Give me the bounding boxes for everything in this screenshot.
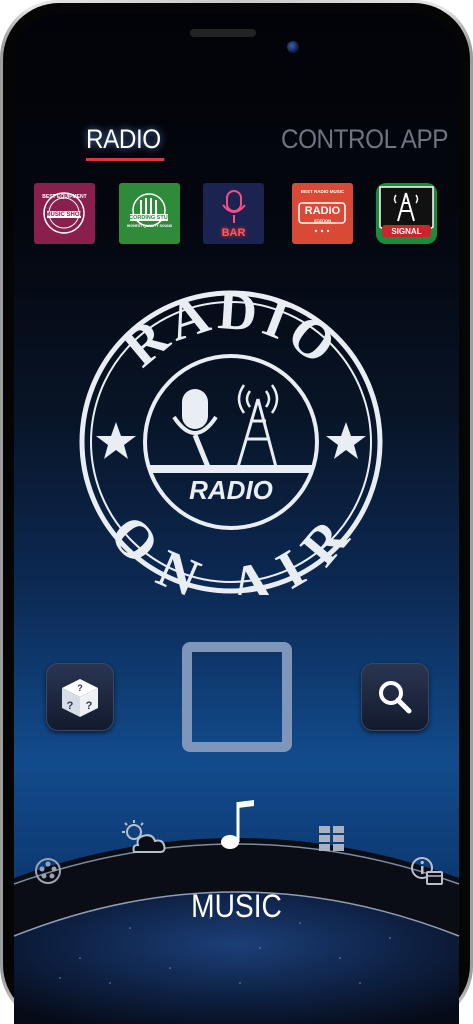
weather-sun-cloud-icon [122,820,166,853]
bar-microphone-neon-icon [222,190,246,223]
station-recording-studio-line2: HIGHEST QUALITY SOUND [126,224,173,228]
station-bar-label: BAR [221,227,246,239]
dock-item-weather[interactable] [120,820,166,860]
dock-item-music[interactable] [218,798,258,856]
station-recording-studio-line1: RECORDING STUDIO [121,215,178,221]
station-recording-studio[interactable]: RECORDING STUDIO HIGHEST QUALITY SOUND [119,183,180,244]
stop-play-button[interactable] [182,642,292,752]
active-tab-underline [86,158,165,161]
station-music-shop[interactable]: BEST EQUIPMENT MUSIC SHOP [34,183,95,244]
svg-text:?: ? [77,683,83,693]
dock-active-label: MUSIC [191,888,282,924]
music-note-icon [221,800,254,849]
search-button[interactable] [361,663,429,731]
info-card-icon [411,857,443,885]
station-radio-line2: RADIO [304,205,341,217]
tab-radio[interactable]: RADIO [86,124,165,161]
search-icon [379,681,412,714]
dock-item-reel[interactable] [34,857,62,889]
tab-radio-label: RADIO [86,124,161,154]
station-signal-label: SIGNAL [391,227,422,236]
logo-bottom-text: ON AIR [98,504,364,595]
recording-studio-badge-icon [130,193,168,227]
dock-item-info[interactable] [410,856,444,890]
earpiece-speaker [190,29,256,37]
logo-top-text: RADIO [111,289,350,378]
radio-on-air-logo: RADIO ON AIR RADIO [79,289,383,595]
grid-icon [319,826,344,851]
tab-control-app[interactable]: CONTROL APP [281,124,448,155]
logo-center-text: RADIO [189,475,273,505]
film-reel-icon [35,858,61,884]
station-radio-station[interactable]: BEST RADIO MUSIC RADIO STATION [292,183,353,244]
microphone-icon [172,389,218,468]
station-music-shop-line1: BEST EQUIPMENT [42,194,87,200]
station-radio-line3: STATION [314,218,331,223]
dock-item-grid[interactable] [318,825,346,857]
star-icon [96,422,366,459]
svg-text:?: ? [86,700,93,712]
station-music-shop-line2: MUSIC SHOP [45,212,84,218]
station-signal[interactable]: SIGNAL [376,183,437,244]
random-station-button[interactable]: ? ? ? [46,663,114,731]
front-camera [287,41,299,53]
radio-tower-icon [236,384,279,468]
dice-question-icon: ? ? ? [62,679,98,717]
station-radio-line1: BEST RADIO MUSIC [300,189,345,194]
svg-text:?: ? [67,700,74,712]
station-bar[interactable]: BAR [203,183,264,244]
tab-control-app-label: CONTROL APP [281,124,448,154]
